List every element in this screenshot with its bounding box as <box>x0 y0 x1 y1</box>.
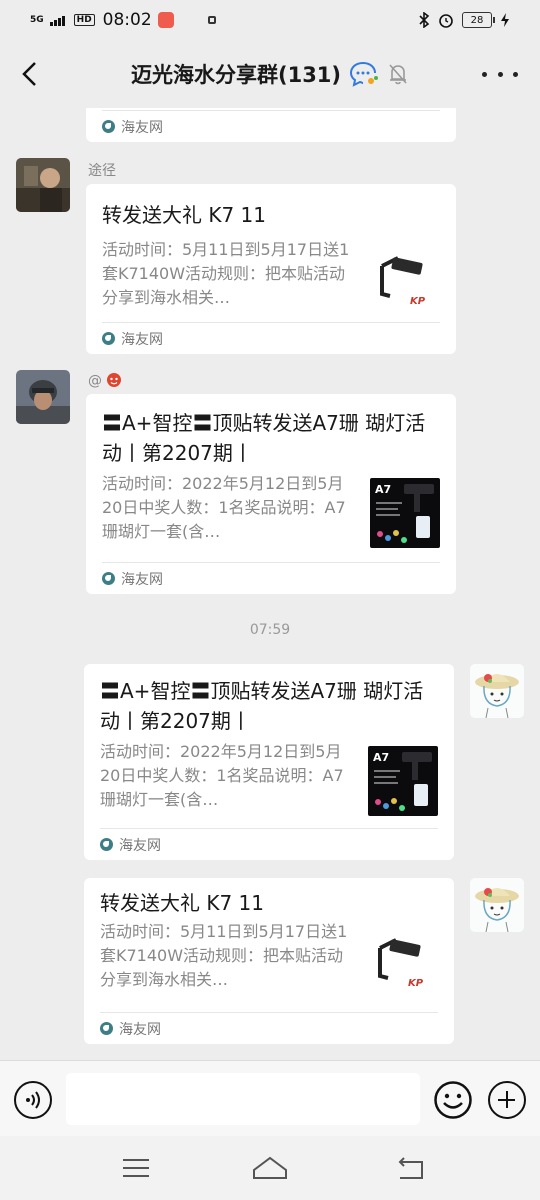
app-notification-icon <box>157 12 174 28</box>
chat-header: 迈光海水分享群(131) <box>0 40 540 108</box>
my-avatar[interactable] <box>470 878 524 932</box>
card-title: 〓A+智控〓顶贴转发送A7珊 瑚灯活动丨第2207期丨 <box>100 679 424 733</box>
link-card[interactable]: 转发送大礼 K7 11 活动时间：5月11日到5月17日送1套K7140W活动规… <box>86 184 456 354</box>
notification-dot-icon <box>207 16 216 24</box>
sender-emoji-icon <box>107 373 122 387</box>
menu-nav-icon[interactable] <box>116 1154 156 1182</box>
home-nav-icon[interactable] <box>250 1154 290 1182</box>
link-card[interactable]: 海友网 <box>86 108 456 142</box>
sender-name: 途径 <box>88 163 116 179</box>
alarm-icon <box>439 14 453 28</box>
chat-messages[interactable]: 海友网 途径 转发送大礼 K7 11 活动时间：5月11日到5月17日送1套K7… <box>0 108 540 1060</box>
card-site-name: 海友网 <box>121 571 163 588</box>
signal-bars-icon <box>49 16 65 26</box>
thumb-label: A7 <box>373 751 389 764</box>
thumb-label: A7 <box>375 483 391 496</box>
avatar-cartoon <box>470 878 524 932</box>
more-dot-icon <box>482 71 487 77</box>
sender-name-text: @ <box>88 373 102 389</box>
card-description: 活动时间：2022年5月12日到5月20日中奖人数：1名奖品说明：A7珊瑚灯一套… <box>102 474 346 541</box>
more-dot-icon <box>497 71 503 77</box>
avatar[interactable] <box>16 370 70 424</box>
card-source: 海友网 <box>100 1012 438 1044</box>
more-functions-button[interactable] <box>488 1081 526 1119</box>
avatar[interactable] <box>16 158 70 212</box>
site-logo-icon <box>102 120 115 133</box>
card-site-name: 海友网 <box>119 837 161 854</box>
battery-icon: 28 <box>462 12 495 28</box>
site-logo-icon <box>102 572 115 585</box>
bluetooth-icon <box>419 12 430 28</box>
a7-lamp-thumbnail: A7 <box>368 746 438 816</box>
more-options-button[interactable] <box>482 62 518 86</box>
card-description: 活动时间：2022年5月12日到5月20日中奖人数：1名奖品说明：A7珊瑚灯一套… <box>100 742 344 809</box>
k7-lamp-thumbnail: KP <box>368 926 438 996</box>
status-time: 08:02 <box>102 10 152 30</box>
card-site-name: 海友网 <box>121 331 163 348</box>
card-site-name: 海友网 <box>121 119 163 136</box>
card-source: 海友网 <box>102 562 440 594</box>
emoji-button[interactable] <box>434 1081 472 1119</box>
sender-name: @ <box>88 372 122 389</box>
group-chat-icon <box>350 62 379 87</box>
chat-title: 迈光海水分享群(131) <box>130 63 342 87</box>
charging-icon <box>501 13 509 27</box>
my-avatar[interactable] <box>470 664 524 718</box>
card-title: 〓A+智控〓顶贴转发送A7珊 瑚灯活动丨第2207期丨 <box>102 411 426 465</box>
k7-lamp-thumbnail: KP <box>370 244 440 314</box>
svg-text:KP: KP <box>410 296 426 307</box>
link-card[interactable]: 〓A+智控〓顶贴转发送A7珊 瑚灯活动丨第2207期丨 活动时间：2022年5月… <box>86 394 456 594</box>
site-logo-icon <box>100 838 113 851</box>
svg-text:KP: KP <box>408 978 424 989</box>
card-description: 活动时间：5月11日到5月17日送1套K7140W活动规则：把本贴活动分享到海水… <box>100 922 348 989</box>
avatar-cartoon <box>470 664 524 718</box>
site-logo-icon <box>102 332 115 345</box>
card-title: 转发送大礼 K7 11 <box>102 203 267 227</box>
hd-badge: HD <box>73 14 95 26</box>
message-timestamp: 07:59 <box>249 622 291 638</box>
card-title: 转发送大礼 K7 11 <box>100 891 265 915</box>
back-nav-icon[interactable] <box>390 1154 430 1182</box>
mute-bell-icon <box>389 64 407 85</box>
voice-icon <box>26 1091 40 1109</box>
message-input[interactable] <box>66 1073 420 1125</box>
voice-input-button[interactable] <box>14 1081 52 1119</box>
card-site-name: 海友网 <box>119 1021 161 1038</box>
status-bar: 5G HD 08:02 28 <box>0 0 540 40</box>
system-nav-bar <box>0 1136 540 1200</box>
back-button[interactable] <box>12 54 46 94</box>
more-dot-icon <box>513 71 518 77</box>
avatar-photo <box>16 370 70 424</box>
back-arrow-icon <box>22 62 36 86</box>
avatar-photo <box>16 158 70 212</box>
battery-level: 28 <box>470 14 484 26</box>
link-card[interactable]: 转发送大礼 K7 11 活动时间：5月11日到5月17日送1套K7140W活动规… <box>84 878 454 1044</box>
card-source: 海友网 <box>100 828 438 860</box>
site-logo-icon <box>100 1022 113 1035</box>
signal-indicator: 5G <box>30 14 44 25</box>
card-description: 活动时间：5月11日到5月17日送1套K7140W活动规则：把本贴活动分享到海水… <box>102 240 350 307</box>
link-card[interactable]: 〓A+智控〓顶贴转发送A7珊 瑚灯活动丨第2207期丨 活动时间：2022年5月… <box>84 664 454 860</box>
message-input-bar <box>0 1060 540 1136</box>
card-source: 海友网 <box>102 322 440 354</box>
a7-lamp-thumbnail: A7 <box>370 478 440 548</box>
card-source: 海友网 <box>102 110 440 142</box>
